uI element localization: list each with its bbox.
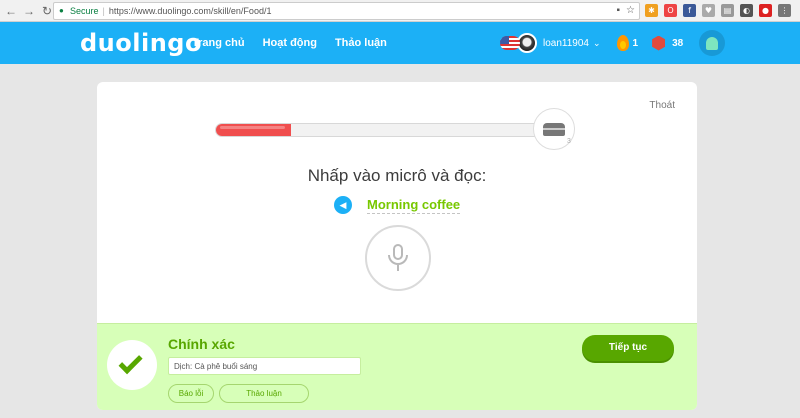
url-text[interactable]: https://www.duolingo.com/skill/en/Food/1 [109, 6, 272, 16]
feedback-title: Chính xác [168, 336, 235, 352]
lingot-gem-icon [652, 35, 666, 51]
bell-icon [706, 36, 719, 50]
phrase-row: ◀ Morning coffee [334, 196, 461, 214]
site-header: duolingo Trang chủ Hoạt động Thảo luận l… [0, 22, 800, 64]
progress-fill [216, 124, 292, 136]
microphone-base [397, 265, 399, 271]
extension-opera-icon[interactable]: O [664, 4, 677, 17]
browser-toolbar: ← → ↻ ● Secure | https://www.duolingo.co… [0, 0, 800, 22]
user-area: loan11904 ⌄ 1 38 [500, 30, 726, 56]
checkmark-icon [118, 350, 143, 375]
extension-heart-icon[interactable]: ♥ [702, 4, 715, 17]
nav-activity[interactable]: Hoạt động [263, 37, 317, 49]
correct-badge [107, 340, 157, 390]
secure-label: Secure [70, 6, 99, 16]
extension-record-icon[interactable]: ● [759, 4, 772, 17]
url-divider: | [102, 6, 105, 16]
exercise-prompt: Nhấp vào micrô và đọc: [307, 166, 487, 185]
extension-compass-icon[interactable]: ◐ [740, 4, 753, 17]
extension-icons: ✱ O f ♥ ▤ ◐ ● ⋮ [645, 4, 791, 17]
lock-icon: ● [59, 6, 64, 15]
gem-count: 38 [672, 37, 684, 49]
back-arrow-icon[interactable]: ← [4, 4, 18, 18]
microphone-stand [388, 255, 408, 265]
username[interactable]: loan11904 [543, 38, 589, 49]
extension-settings-icon[interactable]: ✱ [645, 4, 658, 17]
chevron-down-icon[interactable]: ⌄ [593, 38, 601, 49]
phrase-text[interactable]: Morning coffee [367, 197, 461, 214]
streak-flame-icon [616, 35, 629, 51]
quit-button[interactable]: Thoát [649, 100, 675, 111]
address-bar[interactable]: ● Secure | https://www.duolingo.com/skil… [53, 2, 640, 20]
forward-arrow-icon[interactable]: → [22, 4, 36, 18]
us-flag-icon[interactable] [500, 36, 520, 50]
microphone-button[interactable] [365, 225, 431, 291]
continue-button[interactable]: Tiếp tục [582, 335, 674, 361]
chrome-menu-icon[interactable]: ⋮ [778, 4, 791, 17]
lesson-progress-bar [215, 123, 560, 137]
duolingo-logo[interactable]: duolingo [80, 29, 202, 57]
report-button[interactable]: Báo lỗi [168, 384, 214, 403]
extension-page-icon[interactable]: ▤ [721, 4, 734, 17]
lesson-card: Thoát 3 Nhấp vào micrô và đọc: ◀ Morning… [97, 82, 697, 410]
main-nav: Trang chủ Hoạt động Thảo luận [192, 22, 387, 64]
speaker-icon[interactable]: ◀ [334, 196, 352, 214]
nav-discussion[interactable]: Thảo luận [335, 37, 387, 49]
notifications-button[interactable] [699, 30, 726, 56]
extension-facebook-icon[interactable]: f [683, 4, 696, 17]
chest-count: 3 [567, 138, 571, 145]
reload-icon[interactable]: ↻ [40, 4, 54, 18]
feedback-panel: Chính xác Dịch: Cà phê buổi sáng Báo lỗi… [97, 323, 697, 410]
avatar[interactable] [517, 33, 537, 53]
translation-text: Dịch: Cà phê buổi sáng [168, 357, 361, 375]
camera-icon[interactable]: ▪ [616, 5, 620, 16]
bookmark-star-icon[interactable]: ☆ [626, 5, 635, 16]
nav-home[interactable]: Trang chủ [192, 37, 245, 49]
treasure-chest-icon [543, 122, 565, 136]
discuss-button[interactable]: Thảo luận [219, 384, 309, 403]
streak-count: 1 [632, 37, 639, 49]
